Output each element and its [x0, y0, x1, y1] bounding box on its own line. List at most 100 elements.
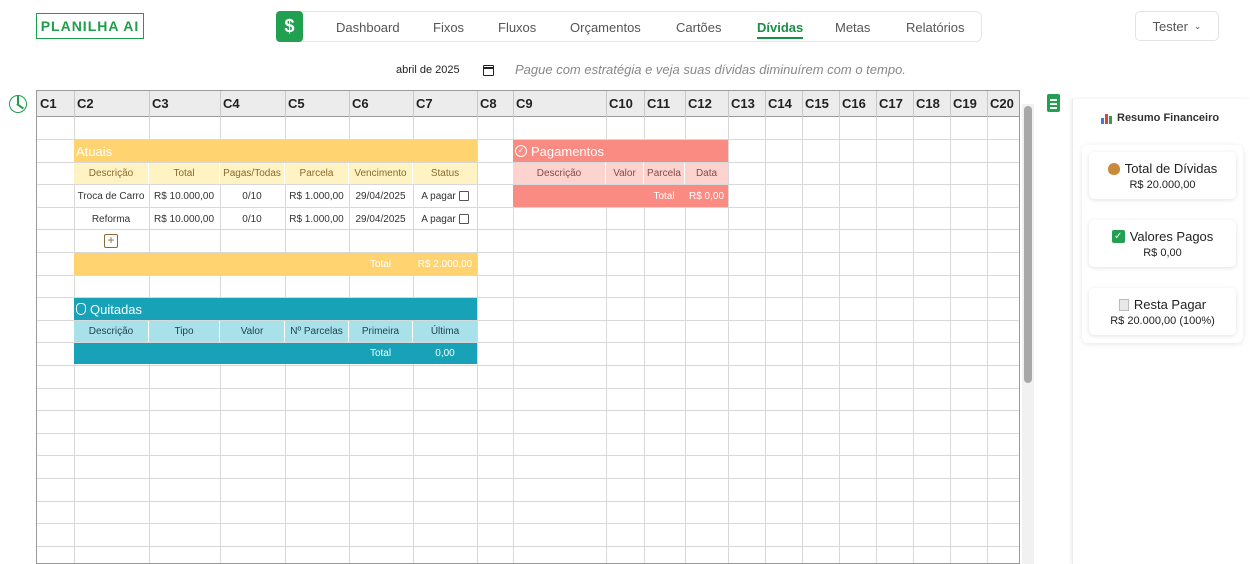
card-label: Valores Pagos [1129, 229, 1214, 244]
pagamentos-title: Pagamentos [531, 143, 604, 159]
header-divider [987, 91, 988, 117]
atuais-row1-pagas[interactable]: 0/10 [220, 185, 284, 207]
header-divider [513, 91, 514, 117]
atuais-header-total: Total [149, 163, 219, 184]
atuais-title-bar: Atuais [74, 140, 477, 162]
tab-fluxos[interactable]: Fluxos [498, 20, 536, 35]
summary-title-text: Resumo Financeiro [1117, 112, 1220, 124]
add-debt-button[interactable]: + [104, 234, 118, 248]
column-header-c11[interactable]: C11 [644, 91, 685, 117]
column-header-c8[interactable]: C8 [477, 91, 513, 117]
check-box-icon: ✓ [1111, 230, 1125, 243]
header-divider [477, 91, 478, 117]
column-header-c13[interactable]: C13 [728, 91, 765, 117]
card-label: Total de Dívidas [1124, 161, 1218, 176]
atuais-row2-vencimento[interactable]: 29/04/2025 [349, 208, 412, 230]
pagamentos-header-descricao: Descrição [513, 163, 605, 184]
atuais-row2-desc[interactable]: Reforma [74, 208, 148, 230]
column-header-c17[interactable]: C17 [876, 91, 913, 117]
header-divider [220, 91, 221, 117]
card-value: R$ 0,00 [1143, 247, 1182, 259]
atuais-row1-status: A pagar [413, 185, 477, 207]
header-divider [413, 91, 414, 117]
grid-row-line [37, 523, 1019, 524]
column-header-c15[interactable]: C15 [802, 91, 839, 117]
card-resta-pagar: Resta Pagar R$ 20.000,00 (100%) [1089, 288, 1236, 335]
column-header-c14[interactable]: C14 [765, 91, 802, 117]
tab-dividas[interactable]: Dívidas [757, 20, 804, 39]
header-divider [765, 91, 766, 117]
header-divider [285, 91, 286, 117]
atuais-header-descricao: Descrição [74, 163, 148, 184]
atuais-row1-parcela[interactable]: R$ 1.000,00 [285, 185, 348, 207]
page-tagline: Pague com estratégia e veja suas dívidas… [515, 62, 906, 77]
column-header-c10[interactable]: C10 [606, 91, 644, 117]
dollar-icon[interactable]: $ [276, 10, 303, 42]
summary-title: Resumo Financeiro [1101, 112, 1219, 124]
column-header-c1[interactable]: C1 [37, 91, 74, 117]
atuais-row2-status: A pagar [413, 208, 477, 230]
column-header-c7[interactable]: C7 [413, 91, 477, 117]
column-header-c2[interactable]: C2 [74, 91, 149, 117]
pagamentos-header-valor: Valor [606, 163, 643, 184]
status-checkbox[interactable] [458, 214, 469, 224]
spreadsheet[interactable]: C1 C2 C3 C4 C5 C6 C7 C8 C9 C10 C11 C12 C13 C14 C15 C16 C… [36, 90, 1020, 564]
column-header-c6[interactable]: C6 [349, 91, 413, 117]
quitadas-header-descricao: Descrição [74, 321, 148, 342]
atuais-row2-parcela[interactable]: R$ 1.000,00 [285, 208, 348, 230]
header-divider [74, 91, 75, 117]
calendar-icon[interactable] [483, 65, 494, 76]
header-divider [728, 91, 729, 117]
grid-row-line [37, 455, 1019, 456]
column-header-c3[interactable]: C3 [149, 91, 220, 117]
app-logo[interactable]: PLANILHA AI [36, 13, 144, 39]
tab-relatorios[interactable]: Relatórios [906, 20, 965, 35]
status-label: A pagar [421, 213, 456, 225]
hand-icon [76, 303, 86, 315]
atuais-total-label: Total [369, 258, 392, 270]
grid-row-line [37, 546, 1019, 547]
column-header-c9[interactable]: C9 [513, 91, 606, 117]
column-header-c20[interactable]: C20 [987, 91, 1019, 117]
grid-row-line [37, 275, 1019, 276]
column-header-c16[interactable]: C16 [839, 91, 876, 117]
column-header-c12[interactable]: C12 [685, 91, 728, 117]
column-header-c4[interactable]: C4 [220, 91, 285, 117]
atuais-header-vencimento: Vencimento [349, 163, 412, 184]
summary-panel: Resumo Financeiro Total de Dívidas R$ 20… [1072, 99, 1250, 564]
atuais-row1-vencimento[interactable]: 29/04/2025 [349, 185, 412, 207]
user-name: Tester [1152, 18, 1188, 34]
grid-row-line [37, 410, 1019, 411]
pagamentos-header-parcela: Parcela [644, 163, 684, 184]
scrollbar-thumb[interactable] [1024, 106, 1032, 383]
card-value: R$ 20.000,00 [1129, 179, 1196, 191]
pie-chart-icon[interactable] [9, 95, 27, 113]
column-header-c5[interactable]: C5 [285, 91, 349, 117]
atuais-row2-total[interactable]: R$ 10.000,00 [149, 208, 219, 230]
month-selector[interactable]: abril de 2025 [396, 64, 460, 76]
tab-dashboard[interactable]: Dashboard [336, 20, 400, 35]
card-total-dividas: Total de Dívidas R$ 20.000,00 [1089, 152, 1236, 199]
column-header-c19[interactable]: C19 [950, 91, 987, 117]
quitadas-header-primeira: Primeira [349, 321, 412, 342]
tab-cartoes[interactable]: Cartões [676, 20, 722, 35]
status-checkbox[interactable] [458, 191, 469, 201]
page-icon [1118, 298, 1129, 311]
tab-orcamentos[interactable]: Orçamentos [570, 20, 641, 35]
grid-row-line [37, 365, 1019, 366]
grid-row-line [37, 501, 1019, 502]
atuais-row1-total[interactable]: R$ 10.000,00 [149, 185, 219, 207]
atuais-row2-pagas[interactable]: 0/10 [220, 208, 284, 230]
header-divider [349, 91, 350, 117]
card-value: R$ 20.000,00 (100%) [1110, 315, 1215, 327]
user-menu-button[interactable]: Tester ⌄ [1135, 11, 1219, 41]
sheet-document-icon[interactable] [1047, 94, 1060, 112]
column-header-c18[interactable]: C18 [913, 91, 950, 117]
header-divider [149, 91, 150, 117]
quitadas-total-label: Total [369, 348, 392, 359]
atuais-row1-desc[interactable]: Troca de Carro [74, 185, 148, 207]
summary-cards: Total de Dívidas R$ 20.000,00 ✓ Valores P… [1082, 145, 1243, 343]
atuais-header-status: Status [413, 163, 477, 184]
tab-fixos[interactable]: Fixos [433, 20, 464, 35]
tab-metas[interactable]: Metas [835, 20, 870, 35]
